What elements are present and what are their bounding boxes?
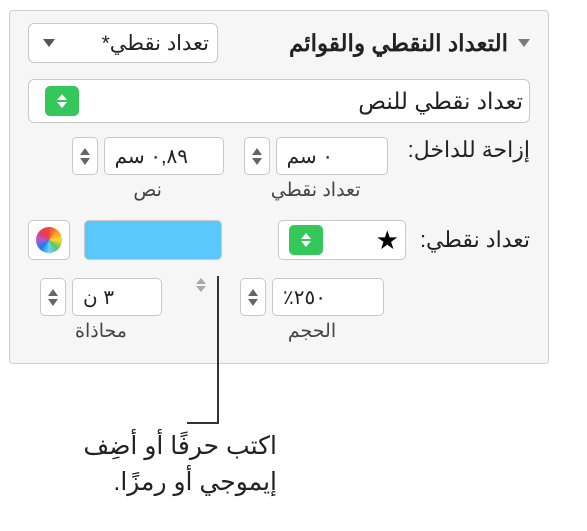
bullet-indent-caption: تعداد نقطي <box>271 179 361 202</box>
size-input[interactable]: ٢٥٠٪ <box>272 278 384 316</box>
star-icon: ★ <box>376 225 399 256</box>
section-title[interactable]: التعداد النقطي والقوائم <box>289 30 530 57</box>
text-bullets-row: تعداد نقطي للنص <box>28 79 530 123</box>
text-indent-stepper[interactable] <box>72 137 98 175</box>
align-input[interactable]: ٣ ن <box>72 278 162 316</box>
section-title-text: التعداد النقطي والقوائم <box>289 30 508 57</box>
bullet-indent-group: ٠ سم تعداد نقطي <box>244 137 388 202</box>
align-group: ٣ ن محاذاة <box>40 278 162 343</box>
color-wheel-icon <box>36 227 62 253</box>
size-stepper[interactable] <box>240 278 266 316</box>
indent-label: إزاحة للداخل: <box>408 137 530 163</box>
indent-row: إزاحة للداخل: ٠ سم تعداد نقطي ٠,٨٩ سم نص <box>28 137 530 202</box>
resize-handle-icon[interactable] <box>196 278 206 292</box>
text-indent-caption: نص <box>133 179 162 202</box>
color-picker-button[interactable] <box>28 220 70 260</box>
align-caption: محاذاة <box>75 320 127 343</box>
size-align-row: ٢٥٠٪ الحجم ٣ ن محاذاة <box>28 278 530 343</box>
list-style-dropdown[interactable]: تعداد نقطي* <box>28 23 218 63</box>
chevron-down-icon <box>43 39 55 47</box>
disclosure-triangle-icon[interactable] <box>518 39 530 47</box>
list-style-value: تعداد نقطي* <box>102 31 209 56</box>
bullets-lists-panel: التعداد النقطي والقوائم تعداد نقطي* تعدا… <box>9 10 549 364</box>
text-bullets-value: تعداد نقطي للنص <box>358 88 523 115</box>
bullet-char-label: تعداد نقطي: <box>420 227 530 253</box>
panel-header: التعداد النقطي والقوائم تعداد نقطي* <box>28 23 530 63</box>
dropdown-toggle-icon[interactable] <box>45 86 79 116</box>
bullet-char-row: تعداد نقطي: ★ <box>28 220 530 260</box>
size-group: ٢٥٠٪ الحجم <box>240 278 384 343</box>
callout-text: اكتب حرفًا أو أضِف إيموجي أو رمزًا. <box>7 428 277 501</box>
bullet-char-dropdown-icon[interactable] <box>289 225 323 255</box>
callout-leader-line <box>217 276 219 424</box>
align-stepper[interactable] <box>40 278 66 316</box>
bullet-indent-stepper[interactable] <box>244 137 270 175</box>
bullet-indent-input[interactable]: ٠ سم <box>276 137 388 175</box>
bullet-char-field[interactable]: ★ <box>278 220 406 260</box>
size-caption: الحجم <box>288 320 336 343</box>
text-bullets-dropdown[interactable]: تعداد نقطي للنص <box>28 79 530 123</box>
text-indent-input[interactable]: ٠,٨٩ سم <box>104 137 224 175</box>
bullet-color-swatch[interactable] <box>84 220 222 260</box>
text-indent-group: ٠,٨٩ سم نص <box>72 137 224 202</box>
